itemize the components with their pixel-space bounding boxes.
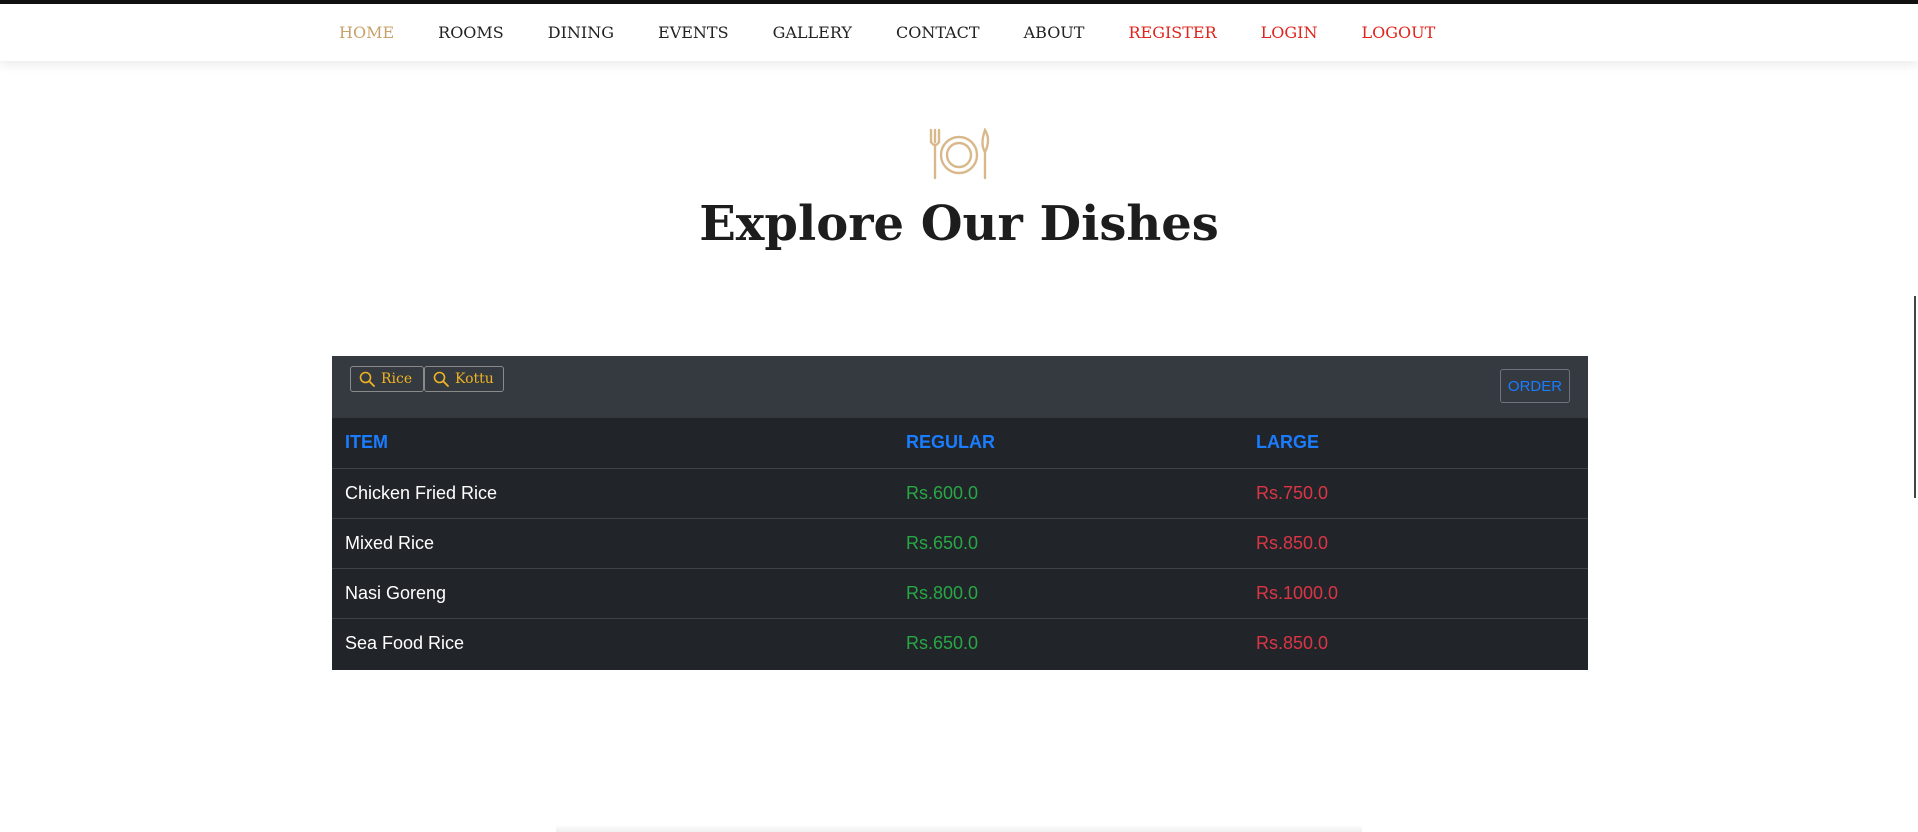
regular-price: Rs.600.0	[893, 468, 1243, 519]
card-header: Rice Kottu ORDER	[332, 356, 1588, 418]
plate-fork-knife-icon	[929, 128, 990, 180]
table-row: Mixed Rice Rs.650.0 Rs.850.0	[332, 518, 1588, 569]
regular-price: Rs.650.0	[893, 518, 1243, 569]
page-title: Explore Our Dishes	[699, 196, 1219, 252]
nav-item-gallery[interactable]: GALLERY	[773, 23, 852, 42]
item-name: Sea Food Rice	[345, 632, 465, 653]
nav-item-contact[interactable]: CONTACT	[896, 23, 980, 42]
filter-rice-label: Rice	[381, 371, 413, 387]
search-icon	[433, 371, 449, 387]
nav-item-register[interactable]: REGISTER	[1128, 23, 1216, 42]
order-button[interactable]: ORDER	[1500, 369, 1570, 403]
nav-item-dining[interactable]: DINING	[548, 23, 614, 42]
nav-item-home[interactable]: HOME	[339, 23, 394, 42]
item-name: Nasi Goreng	[332, 568, 893, 619]
filter-kottu-button[interactable]: Kottu	[424, 366, 504, 392]
table-row: Sea Food Rice Rs.650.0 Rs.850.0	[332, 618, 1588, 668]
next-section-edge	[556, 826, 1362, 832]
column-header-item: ITEM	[332, 418, 893, 469]
column-header-large: LARGE	[1243, 418, 1588, 469]
nav-item-rooms[interactable]: ROOMS	[438, 23, 504, 42]
nav-menu: HOME ROOMS DINING EVENTS GALLERY CONTACT…	[339, 4, 1479, 61]
nav-item-logout[interactable]: LOGOUT	[1362, 23, 1436, 42]
large-price: Rs.850.0	[1243, 518, 1588, 569]
item-name: Chicken Fried Rice	[332, 468, 893, 519]
filter-kottu-label: Kottu	[455, 371, 494, 387]
regular-price: Rs.800.0	[893, 568, 1243, 619]
nav-item-about[interactable]: ABOUT	[1024, 23, 1085, 42]
table-row: Chicken Fried Rice Rs.600.0 Rs.750.0	[332, 468, 1588, 519]
large-price: Rs.850.0	[1256, 632, 1329, 653]
column-header-regular: REGULAR	[893, 418, 1243, 469]
nav-item-login[interactable]: LOGIN	[1261, 23, 1318, 42]
nav-item-events[interactable]: EVENTS	[658, 23, 729, 42]
table-row: Nasi Goreng Rs.800.0 Rs.1000.0	[332, 568, 1588, 619]
main-navbar: HOME ROOMS DINING EVENTS GALLERY CONTACT…	[0, 4, 1918, 61]
search-icon	[359, 371, 375, 387]
filter-rice-button[interactable]: Rice	[350, 366, 424, 392]
table-header-row: ITEM REGULAR LARGE	[332, 418, 1588, 469]
large-price: Rs.750.0	[1243, 468, 1588, 519]
page-scrollbar[interactable]	[1914, 296, 1916, 498]
regular-price: Rs.650.0	[906, 632, 979, 653]
menu-table: ITEM REGULAR LARGE Chicken Fried Rice Rs…	[332, 418, 1588, 668]
menu-card: Rice Kottu ORDER ITEM REGULAR LARGE Chic…	[332, 356, 1588, 670]
large-price: Rs.1000.0	[1243, 568, 1588, 619]
item-name: Mixed Rice	[332, 518, 893, 569]
